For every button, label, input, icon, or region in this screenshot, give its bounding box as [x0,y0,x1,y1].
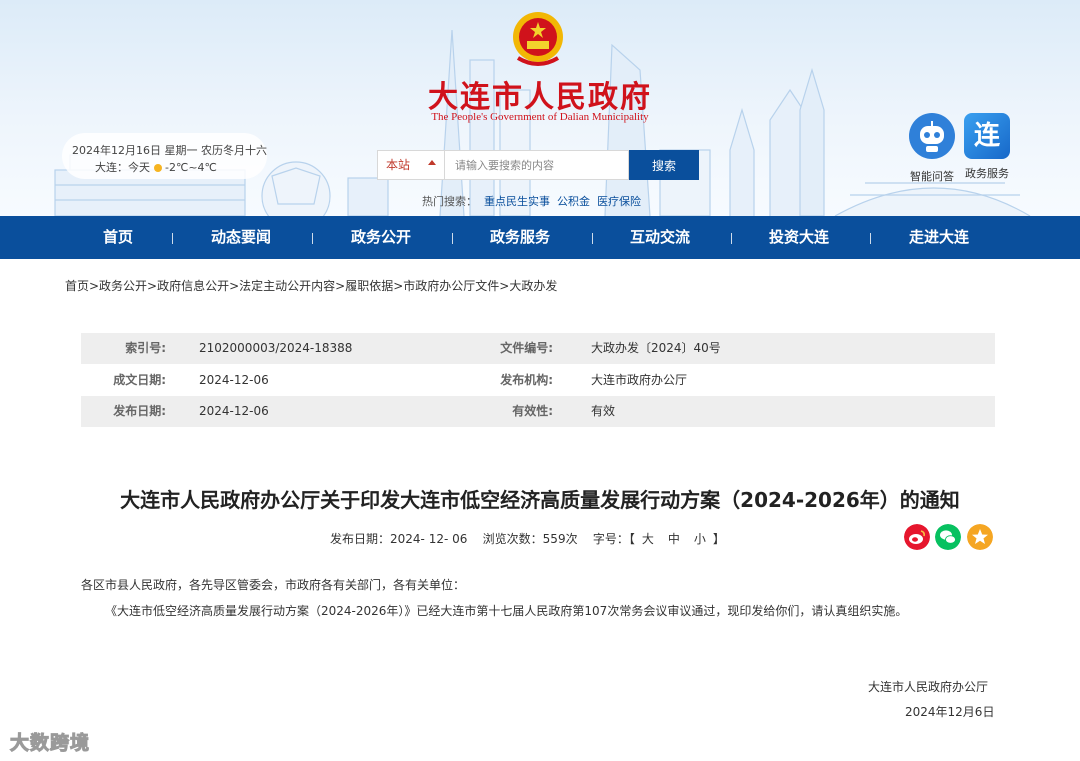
search-scope-select[interactable]: 本站 [377,150,445,180]
app-label: 政务服务 [965,167,1009,180]
nav-item-services[interactable]: 政务服务 [490,216,550,259]
document-meta-table: 索引号: 2102000003/2024-18388 文件编号: 大政办发〔20… [81,333,995,427]
pub-date-label: 发布日期： [330,532,391,546]
hot-search-label: 热门搜索： [422,195,477,208]
meta-value: 大政办发〔2024〕40号 [591,341,721,355]
meta-label: 有效性: [512,404,553,418]
search-bar: 本站 搜索 [377,150,699,180]
hot-search-link[interactable]: 重点民生实事 [484,195,550,208]
view-count: 559次 [542,532,578,546]
favorite-star-icon[interactable] [967,524,993,550]
views-label: 浏览次数： [482,532,543,546]
weather-temp: -2℃~4℃ [165,161,217,174]
sunny-icon [154,164,162,172]
main-nav: 首页 动态要闻 政务公开 政务服务 互动交流 投资大连 走进大连 [0,216,1080,259]
date-weather-box: 2024年12月16日 星期一 农历冬月十六 大连：今天 -2℃~4℃ [62,133,267,179]
body-paragraph: 《大连市低空经济高质量发展行动方案（2024-2026年）》已经大连市第十七届人… [105,604,908,618]
hot-search: 热门搜索： 重点民生实事 公积金 医疗保险 [422,193,641,209]
breadcrumb[interactable]: 首页>政务公开>政府信息公开>法定主动公开内容>履职依据>市政府办公厅文件>大政… [65,277,557,294]
nav-divider [870,233,871,244]
search-button[interactable]: 搜索 [629,150,699,180]
font-size-large[interactable]: 大 [642,532,654,546]
bracket-open: 【 [628,532,635,546]
nav-item-news[interactable]: 动态要闻 [211,216,271,259]
nav-item-interaction[interactable]: 互动交流 [630,216,690,259]
nav-divider [731,233,732,244]
nav-divider [452,233,453,244]
national-emblem-icon [513,12,563,66]
site-title: 大连市人民政府 [428,80,652,115]
nav-item-gov-affairs[interactable]: 政务公开 [351,216,411,259]
signature-org: 大连市人民政府办公厅 [868,680,989,694]
app-label: 智能问答 [910,170,954,183]
meta-label: 发布日期: [113,404,166,418]
nav-divider [592,233,593,244]
font-size-medium[interactable]: 中 [668,532,680,546]
recipients-line: 各区市县人民政府，各先导区管委会，市政府各有关部门，各有关单位： [81,578,466,592]
meta-label: 成文日期: [113,373,166,387]
caret-up-icon [428,160,436,165]
weibo-icon[interactable] [904,524,930,550]
app-smart-qa[interactable]: 智能问答 [902,113,962,184]
nav-item-about[interactable]: 走进大连 [909,216,969,259]
app-gov-service[interactable]: 连 政务服务 [957,113,1017,181]
site-header: 大连市人民政府 The People's Government of Dalia… [0,0,1080,216]
meta-row: 索引号: 2102000003/2024-18388 文件编号: 大政办发〔20… [81,333,995,364]
nav-item-invest[interactable]: 投资大连 [769,216,829,259]
font-size-label: 字号： [592,532,629,546]
signature-date: 2024年12月6日 [905,705,995,719]
date-line: 2024年12月16日 星期一 农历冬月十六 [72,144,267,157]
publish-info: 发布日期：2024- 12- 06 浏览次数：559次 字号：【大中小】 [330,530,725,547]
meta-label: 发布机构: [500,373,553,387]
pub-date: 2024- 12- 06 [390,532,468,546]
hot-search-link[interactable]: 医疗保险 [597,195,641,208]
lian-app-icon: 连 [964,113,1010,159]
weather-line: 大连：今天 -2℃~4℃ [95,159,217,175]
meta-value: 有效 [591,404,616,418]
meta-label: 索引号: [125,341,166,355]
meta-row: 发布日期: 2024-12-06 有效性: 有效 [81,396,995,427]
meta-value: 2024-12-06 [199,404,269,418]
wechat-icon[interactable] [935,524,961,550]
watermark-logo: 大数跨境 [9,732,91,755]
nav-divider [312,233,313,244]
meta-row: 成文日期: 2024-12-06 发布机构: 大连市政府办公厅 [81,365,995,396]
hot-search-link[interactable]: 公积金 [557,195,590,208]
nav-divider [172,233,173,244]
meta-value: 大连市政府办公厅 [591,373,688,387]
meta-value: 2024-12-06 [199,373,269,387]
nav-item-home[interactable]: 首页 [103,216,133,259]
search-scope-label: 本站 [386,158,411,172]
font-size-small[interactable]: 小 [694,532,706,546]
meta-value: 2102000003/2024-18388 [199,341,353,355]
robot-icon [909,113,955,159]
bracket-close: 】 [712,532,725,546]
weather-city: 大连：今天 [95,161,150,174]
document-title: 大连市人民政府办公厅关于印发大连市低空经济高质量发展行动方案（2024-2026… [120,488,960,512]
search-input[interactable] [445,150,629,180]
meta-label: 文件编号: [500,341,553,355]
